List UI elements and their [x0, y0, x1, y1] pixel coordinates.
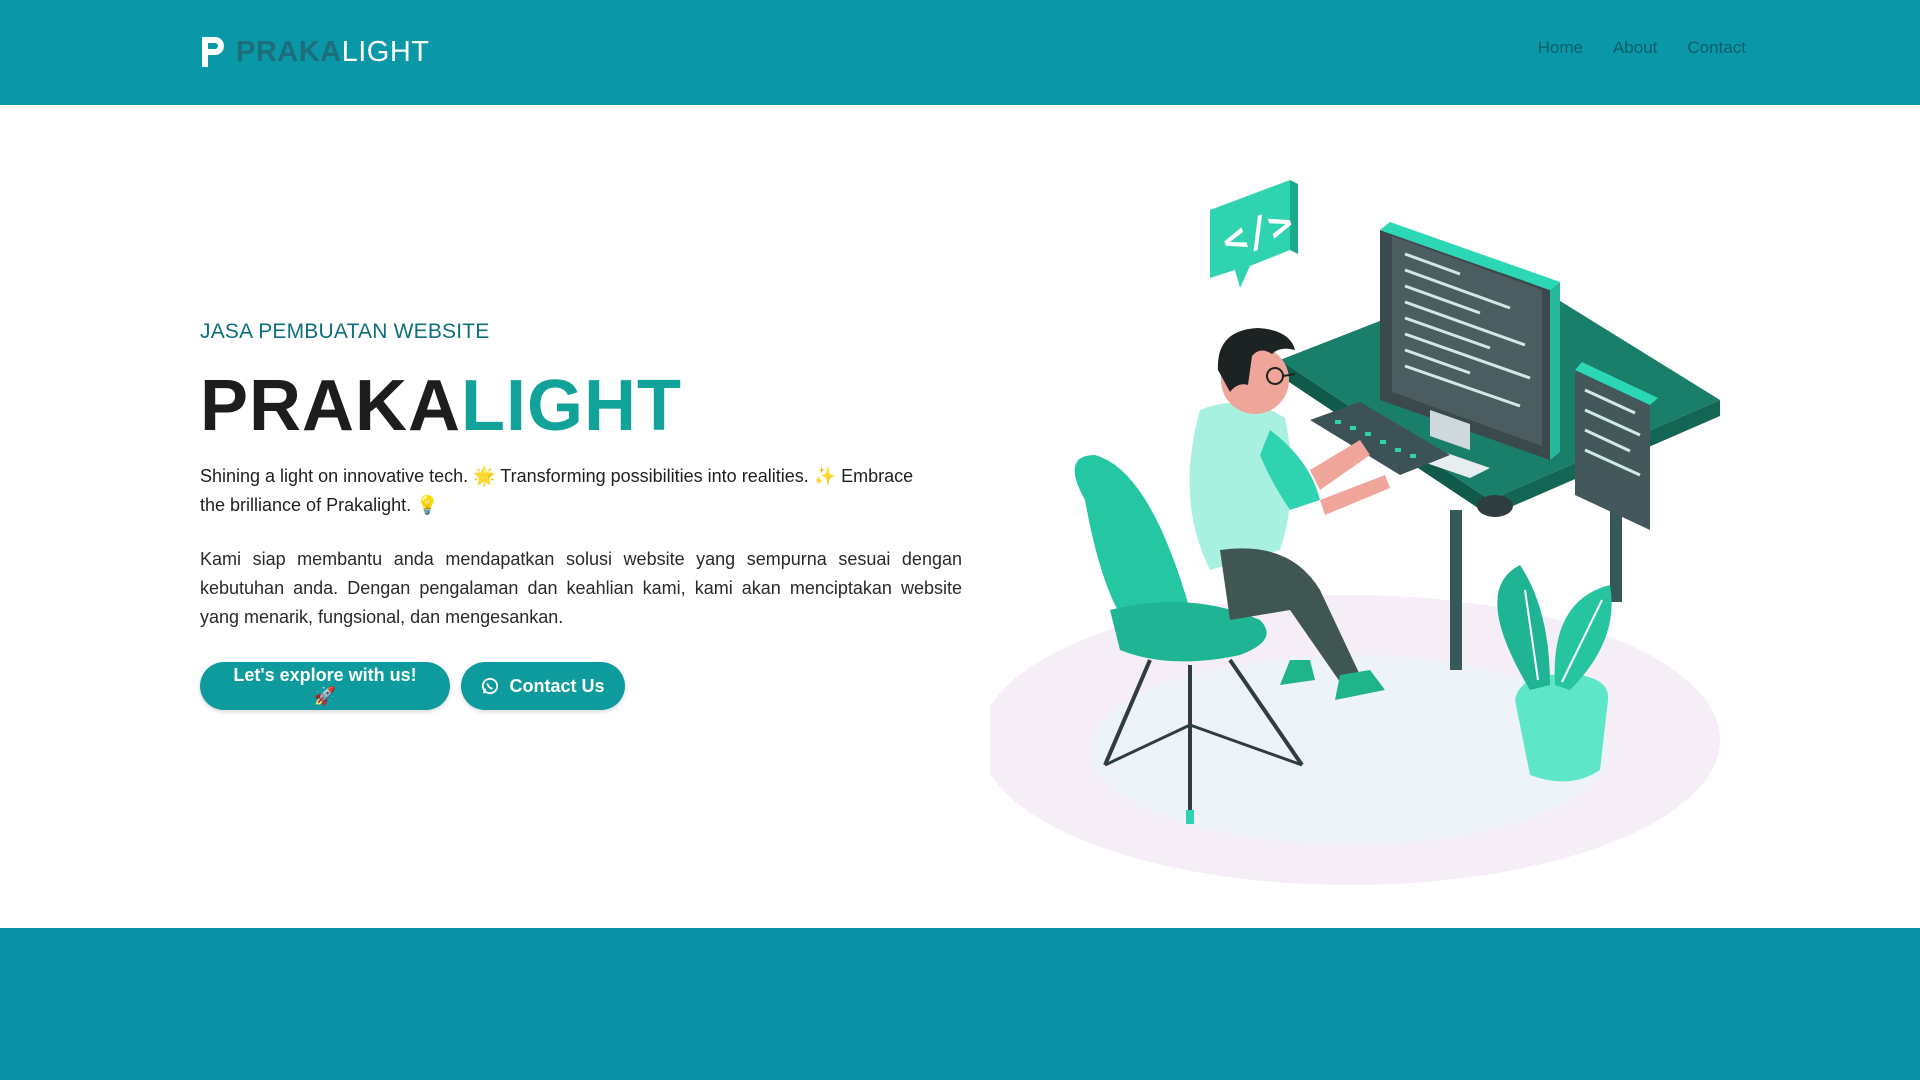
hero-title: PRAKALIGHT — [200, 368, 962, 444]
developer-at-desk-illustration: </> — [990, 180, 1720, 885]
contact-us-button[interactable]: Contact Us — [461, 662, 625, 710]
contact-us-label: Contact Us — [509, 675, 605, 696]
nav-link-about[interactable]: About — [1613, 38, 1657, 58]
hero-tagline: JASA PEMBUATAN WEBSITE — [200, 320, 490, 343]
p-logo-icon — [202, 37, 224, 67]
brand-logo[interactable]: PRAKALIGHT — [200, 33, 430, 71]
nav-link-home[interactable]: Home — [1538, 38, 1583, 58]
footer-band — [0, 928, 1920, 1080]
nav-link-contact[interactable]: Contact — [1687, 38, 1746, 58]
brand-name: PRAKALIGHT — [236, 36, 430, 69]
main-nav: Home About Contact — [1538, 38, 1746, 58]
hero-content: JASA PEMBUATAN WEBSITE PRAKALIGHT Shinin… — [200, 320, 962, 710]
hero-title-part2: LIGHT — [461, 366, 682, 446]
cta-buttons: Let's explore with us! 🚀 Contact Us — [200, 662, 962, 710]
brand-name-prefix: PRAKA — [236, 35, 342, 68]
hero-description: Kami siap membantu anda mendapatkan solu… — [200, 549, 962, 627]
hero-title-part1: PRAKA — [200, 366, 462, 446]
whatsapp-icon — [482, 677, 499, 695]
brand-name-suffix: LIGHT — [341, 35, 430, 68]
hero-intro-text: Shining a light on innovative tech. 🌟 Tr… — [200, 466, 914, 515]
top-navbar: PRAKALIGHT Home About Contact — [0, 0, 1920, 105]
code-bubble-icon: </> — [1210, 180, 1299, 288]
explore-button[interactable]: Let's explore with us! 🚀 — [200, 662, 450, 710]
